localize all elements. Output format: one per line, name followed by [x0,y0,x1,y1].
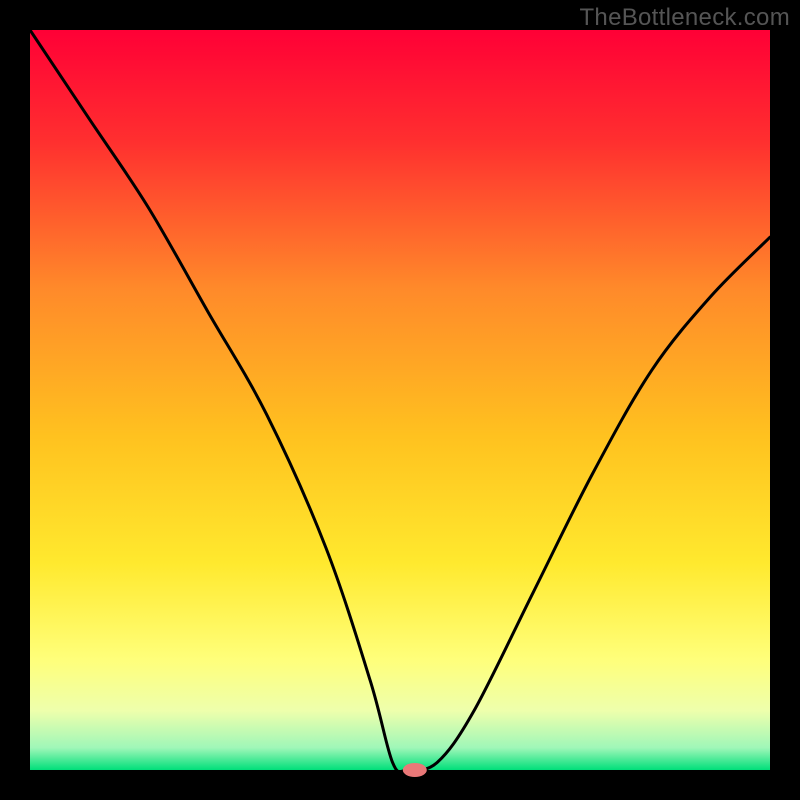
plot-area [30,30,770,770]
watermark-text: TheBottleneck.com [579,4,790,32]
chart-container: TheBottleneck.com [0,0,800,800]
optimal-marker [403,763,427,777]
bottleneck-chart [0,0,800,800]
